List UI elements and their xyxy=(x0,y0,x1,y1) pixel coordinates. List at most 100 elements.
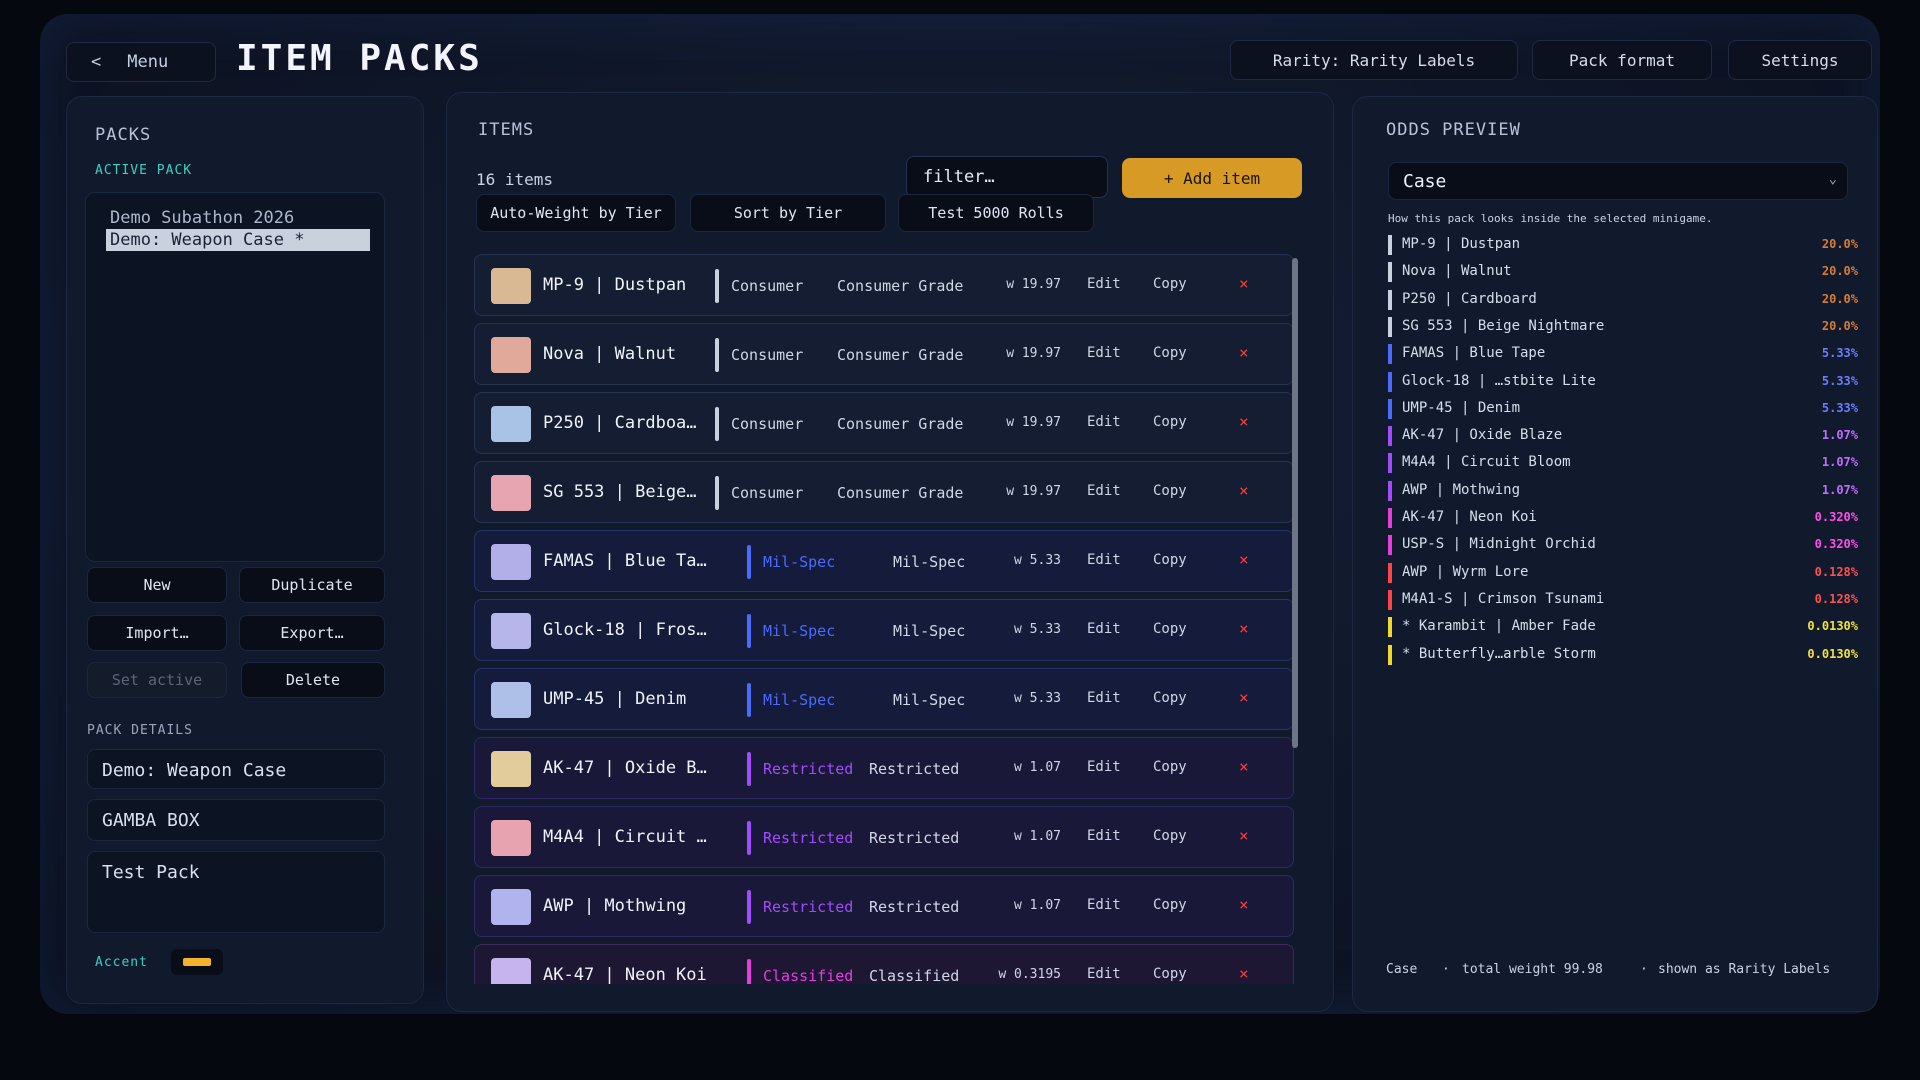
copy-button[interactable]: Copy xyxy=(1153,966,1187,982)
item-row[interactable]: AK-47 | Oxide Bla… Restricted Restricted w … xyxy=(474,737,1294,799)
item-row[interactable]: Glock-18 | Frostb… Mil-Spec Mil-Spec w 5.33… xyxy=(474,599,1294,661)
edit-button[interactable]: Edit xyxy=(1087,897,1121,913)
copy-button[interactable]: Copy xyxy=(1153,828,1187,844)
delete-item-icon[interactable]: × xyxy=(1239,964,1249,983)
edit-button[interactable]: Edit xyxy=(1087,276,1121,292)
pack-item-selected[interactable]: Demo: Weapon Case * xyxy=(106,229,370,251)
delete-item-icon[interactable]: × xyxy=(1239,826,1249,845)
delete-item-icon[interactable]: × xyxy=(1239,688,1249,707)
item-name: AK-47 | Neon Koi xyxy=(543,965,707,984)
odds-percent: 5.33% xyxy=(1821,373,1858,388)
pack-format-button[interactable]: Pack format xyxy=(1532,40,1712,80)
description-field[interactable]: Test Pack xyxy=(87,851,385,933)
delete-item-icon[interactable]: × xyxy=(1239,412,1249,431)
item-thumbnail xyxy=(491,337,531,373)
minigame-select[interactable]: Case ⌄ xyxy=(1388,162,1848,200)
footer-total-weight: total weight 99.98 xyxy=(1462,962,1603,977)
item-row[interactable]: AK-47 | Neon Koi Classified Classified w 0.… xyxy=(474,944,1294,984)
edit-button[interactable]: Edit xyxy=(1087,828,1121,844)
box-name-field[interactable]: GAMBA BOX xyxy=(87,799,385,841)
odds-tier-bar xyxy=(1388,644,1392,665)
edit-button[interactable]: Edit xyxy=(1087,552,1121,568)
odds-row: UMP-45 | Denim 5.33% xyxy=(1388,398,1858,420)
delete-item-icon[interactable]: × xyxy=(1239,343,1249,362)
copy-button[interactable]: Copy xyxy=(1153,552,1187,568)
copy-button[interactable]: Copy xyxy=(1153,690,1187,706)
pack-item[interactable]: Demo Subathon 2026 xyxy=(106,207,298,229)
accent-color-swatch[interactable] xyxy=(171,949,223,975)
copy-button[interactable]: Copy xyxy=(1153,621,1187,637)
odds-tier-bar xyxy=(1388,617,1392,638)
auto-weight-button[interactable]: Auto-Weight by Tier xyxy=(476,194,676,232)
item-tier: Consumer xyxy=(731,346,804,364)
set-active-button[interactable]: Set active xyxy=(87,662,227,698)
item-row[interactable]: P250 | Cardboa… Consumer Consumer Grade w 1… xyxy=(474,392,1294,454)
delete-item-icon[interactable]: × xyxy=(1239,550,1249,569)
edit-button[interactable]: Edit xyxy=(1087,621,1121,637)
delete-item-icon[interactable]: × xyxy=(1239,757,1249,776)
odds-item-name: SG 553 | Beige Nightmare xyxy=(1402,317,1605,334)
item-list[interactable]: MP-9 | Dustpan Consumer Consumer Grade w 19… xyxy=(472,254,1298,984)
item-name: Glock-18 | Frostb… xyxy=(543,620,713,640)
edit-button[interactable]: Edit xyxy=(1087,414,1121,430)
rarity-button[interactable]: Rarity: Rarity Labels xyxy=(1230,40,1518,80)
item-row[interactable]: UMP-45 | Denim Mil-Spec Mil-Spec w 5.33 Edit… xyxy=(474,668,1294,730)
test-rolls-button[interactable]: Test 5000 Rolls xyxy=(898,194,1094,232)
item-count: 16 items xyxy=(476,170,554,189)
tier-indicator xyxy=(747,683,751,717)
sort-by-tier-button[interactable]: Sort by Tier xyxy=(690,194,886,232)
pack-details-label: PACK DETAILS xyxy=(87,723,193,738)
item-row[interactable]: M4A4 | Circuit Bl… Restricted Restricted w … xyxy=(474,806,1294,868)
odds-tier-bar xyxy=(1388,562,1392,583)
odds-tier-bar xyxy=(1388,289,1392,310)
delete-item-icon[interactable]: × xyxy=(1239,895,1249,914)
menu-button[interactable]: < Menu xyxy=(66,42,216,82)
item-row[interactable]: SG 553 | Beige… Consumer Consumer Grade w 1… xyxy=(474,461,1294,523)
item-row[interactable]: FAMAS | Blue Tape Mil-Spec Mil-Spec w 5.33 E… xyxy=(474,530,1294,592)
delete-item-icon[interactable]: × xyxy=(1239,481,1249,500)
item-row[interactable]: AWP | Mothwing Restricted Restricted w 1.07… xyxy=(474,875,1294,937)
filter-input[interactable] xyxy=(906,156,1108,198)
edit-button[interactable]: Edit xyxy=(1087,759,1121,775)
item-grade: Mil-Spec xyxy=(893,691,966,709)
item-name: Nova | Walnut xyxy=(543,344,677,364)
item-thumbnail xyxy=(491,613,531,649)
tier-indicator xyxy=(715,269,719,303)
edit-button[interactable]: Edit xyxy=(1087,345,1121,361)
copy-button[interactable]: Copy xyxy=(1153,345,1187,361)
item-list-scrollbar[interactable] xyxy=(1292,258,1298,748)
item-name: UMP-45 | Denim xyxy=(543,689,687,709)
delete-item-icon[interactable]: × xyxy=(1239,274,1249,293)
item-row[interactable]: MP-9 | Dustpan Consumer Consumer Grade w 19… xyxy=(474,254,1294,316)
copy-button[interactable]: Copy xyxy=(1153,759,1187,775)
edit-button[interactable]: Edit xyxy=(1087,966,1121,982)
import-button[interactable]: Import… xyxy=(87,615,227,651)
settings-button[interactable]: Settings xyxy=(1728,40,1872,80)
items-title: ITEMS xyxy=(478,120,535,140)
copy-button[interactable]: Copy xyxy=(1153,414,1187,430)
item-weight: w 1.07 xyxy=(1014,760,1061,775)
edit-button[interactable]: Edit xyxy=(1087,690,1121,706)
new-pack-button[interactable]: New xyxy=(87,567,227,603)
add-item-button[interactable]: + Add item xyxy=(1122,158,1302,198)
odds-percent: 0.0130% xyxy=(1807,646,1858,661)
edit-button[interactable]: Edit xyxy=(1087,483,1121,499)
duplicate-pack-button[interactable]: Duplicate xyxy=(239,567,385,603)
delete-item-icon[interactable]: × xyxy=(1239,619,1249,638)
odds-percent: 20.0% xyxy=(1821,318,1858,333)
odds-tier-bar xyxy=(1388,371,1392,392)
item-weight: w 19.97 xyxy=(1006,484,1061,499)
pack-list[interactable]: Demo Subathon 2026 Demo: Weapon Case * xyxy=(85,192,385,562)
item-row[interactable]: Nova | Walnut Consumer Consumer Grade w 19.… xyxy=(474,323,1294,385)
export-button[interactable]: Export… xyxy=(239,615,385,651)
copy-button[interactable]: Copy xyxy=(1153,276,1187,292)
copy-button[interactable]: Copy xyxy=(1153,483,1187,499)
pack-name-field[interactable]: Demo: Weapon Case xyxy=(87,749,385,789)
delete-pack-button[interactable]: Delete xyxy=(241,662,385,698)
item-weight: w 1.07 xyxy=(1014,829,1061,844)
odds-tier-bar xyxy=(1388,426,1392,447)
odds-percent: 0.0130% xyxy=(1807,619,1858,634)
copy-button[interactable]: Copy xyxy=(1153,897,1187,913)
item-tier: Mil-Spec xyxy=(763,622,836,640)
item-thumbnail xyxy=(491,958,531,984)
